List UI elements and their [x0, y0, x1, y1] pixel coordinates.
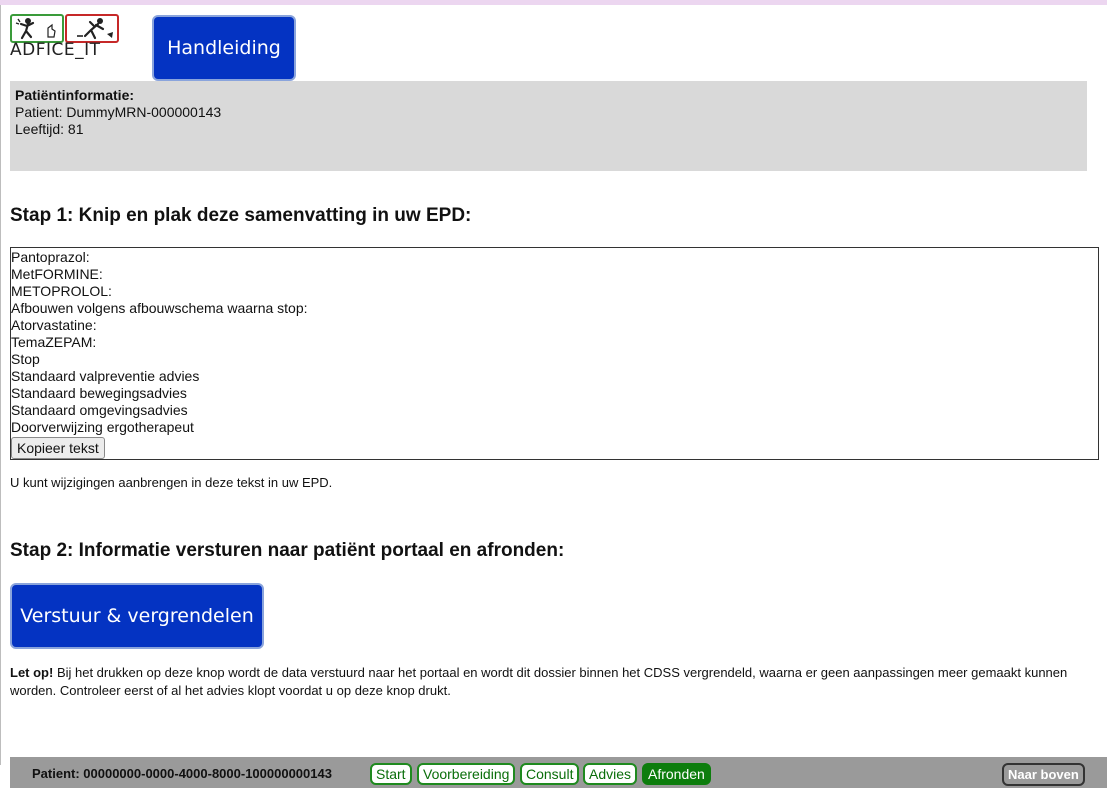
- patient-age-line: Leeftijd: 81: [15, 121, 84, 137]
- summary-line: Standaard valpreventie advies: [11, 368, 200, 384]
- left-edge-border: [0, 5, 1, 765]
- summary-line: Doorverwijzing ergotherapeut: [11, 419, 194, 435]
- summary-textbox[interactable]: Pantoprazol: MetFORMINE: METOPROLOL: Afb…: [10, 247, 1099, 460]
- summary-line: Afbouwen volgens afbouwschema waarna sto…: [11, 300, 308, 316]
- copy-text-button[interactable]: Kopieer tekst: [11, 437, 105, 459]
- summary-line: MetFORMINE:: [11, 266, 103, 282]
- back-to-top-button[interactable]: Naar boven: [1002, 763, 1085, 786]
- step1-title: Stap 1: Knip en plak deze samenvatting i…: [10, 205, 472, 226]
- summary-line: Atorvastatine:: [11, 317, 97, 333]
- nav-advies-button[interactable]: Advies: [583, 763, 638, 785]
- patient-id-line: Patient: DummyMRN-000000143: [15, 104, 222, 120]
- nav-voorbereiding-button[interactable]: Voorbereiding: [417, 763, 516, 785]
- nav-consult-button[interactable]: Consult: [520, 763, 580, 785]
- logo-person-green-icon: [10, 14, 64, 43]
- nav-afronden-button[interactable]: Afronden: [642, 763, 711, 785]
- top-strip: [0, 0, 1107, 5]
- logo-text: ADFICE_IT: [10, 40, 101, 60]
- logo-person-red-icon: [65, 14, 119, 43]
- patient-info-panel: Patiëntinformatie: Patient: DummyMRN-000…: [10, 81, 1087, 171]
- adfice-logo: ADFICE_IT: [10, 13, 122, 63]
- bottom-nav-bar: Patient: 00000000-0000-4000-8000-1000000…: [10, 757, 1107, 788]
- summary-line: Standaard omgevingsadvies: [11, 402, 188, 418]
- warning-body: Bij het drukken op deze knop wordt de da…: [10, 665, 1068, 698]
- edit-note: U kunt wijzigingen aanbrengen in deze te…: [10, 475, 333, 490]
- nav-start-button[interactable]: Start: [370, 763, 412, 785]
- summary-line: Pantoprazol:: [11, 249, 90, 265]
- step2-title: Stap 2: Informatie versturen naar patiën…: [10, 540, 565, 561]
- send-and-lock-button[interactable]: Verstuur & vergrendelen: [10, 583, 264, 649]
- summary-line: Stop: [11, 351, 40, 367]
- summary-line: Standaard bewegingsadvies: [11, 385, 187, 401]
- patient-info-title: Patiëntinformatie:: [15, 87, 135, 103]
- manual-button[interactable]: Handleiding: [152, 15, 296, 81]
- warning-text: Let op! Bij het drukken op deze knop wor…: [10, 664, 1095, 700]
- summary-line: TemaZEPAM:: [11, 334, 97, 350]
- summary-line: METOPROLOL:: [11, 283, 112, 299]
- bottom-patient-id: Patient: 00000000-0000-4000-8000-1000000…: [32, 766, 332, 781]
- warning-label: Let op!: [10, 665, 54, 680]
